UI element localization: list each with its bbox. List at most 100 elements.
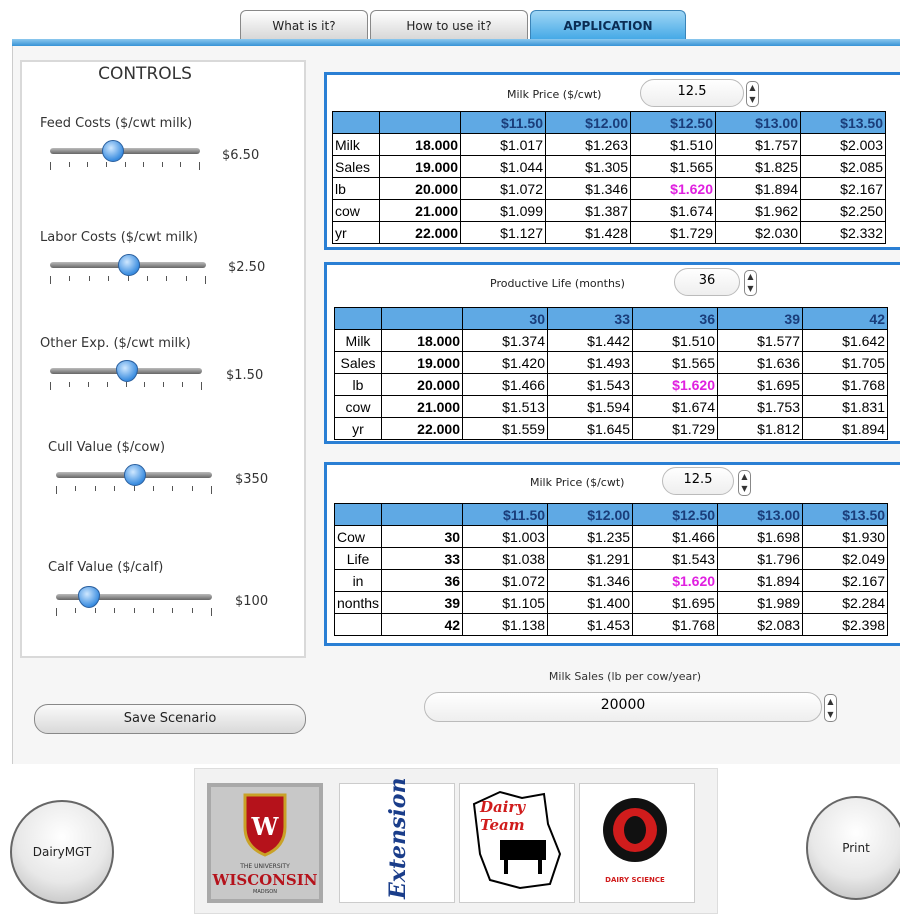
table-header-row: 30 33 36 39 42: [334, 307, 888, 330]
table-cell: $1.387: [545, 199, 631, 222]
wisconsin-logo[interactable]: W THE UNIVERSITY WISCONSIN MADISON: [207, 783, 323, 903]
row-key: 21.000: [379, 199, 461, 222]
highlighted-cell: $1.620: [632, 569, 719, 592]
table-cell: $1.543: [547, 373, 633, 396]
table-cell: $1.105: [462, 591, 549, 614]
milk-price-input[interactable]: 12.5: [640, 79, 744, 107]
table-row: Milk 18.000 $1.374 $1.442 $1.510 $1.577 …: [334, 329, 888, 352]
column-header: $11.50: [460, 111, 546, 134]
tab-what-is-it[interactable]: What is it?: [240, 10, 368, 40]
row-key: 36: [381, 569, 464, 592]
labor-costs-label: Labor Costs ($/cwt milk): [40, 230, 198, 245]
column-header: $12.50: [630, 111, 716, 134]
table-cell: $1.989: [717, 591, 804, 614]
table-cell: $1.729: [632, 417, 718, 440]
other-exp-label: Other Exp. ($/cwt milk): [40, 336, 191, 351]
feed-costs-slider-thumb[interactable]: [102, 140, 124, 162]
dairy-team-text: Dairy Team: [480, 798, 526, 834]
controls-title: CONTROLS: [98, 64, 192, 84]
table-cell: $1.594: [547, 395, 633, 418]
table-row: cow 21.000 $1.099 $1.387 $1.674 $1.962 $…: [332, 199, 886, 222]
table-cell: $1.768: [802, 373, 888, 396]
wisconsin-text-main: WISCONSIN: [212, 871, 318, 889]
milk-price-input-2[interactable]: 12.5: [662, 467, 734, 495]
row-key: 33: [381, 547, 464, 570]
tab-bar: What is it? How to use it? APPLICATION: [240, 10, 686, 42]
header-blank: [381, 307, 463, 330]
table-cell: $2.167: [800, 177, 886, 200]
column-header: 39: [717, 307, 803, 330]
table-row: yr 22.000 $1.127 $1.428 $1.729 $2.030 $2…: [332, 221, 886, 244]
dairymgt-button[interactable]: DairyMGT: [10, 800, 114, 904]
table-cell: $1.003: [462, 525, 549, 548]
table-row: Cow 30 $1.003 $1.235 $1.466 $1.698 $1.93…: [333, 525, 889, 548]
extension-text: Extension: [385, 777, 411, 899]
milk-price-stepper[interactable]: ▲ ▼: [746, 81, 759, 107]
side-label: Sales: [334, 351, 382, 374]
table-cell: $2.332: [800, 221, 886, 244]
table-cell: $1.400: [547, 591, 634, 614]
table-cell: $1.466: [632, 525, 719, 548]
table-row: in 36 $1.072 $1.346 $1.620 $1.894 $2.167: [333, 569, 889, 592]
row-key: 19.000: [379, 155, 461, 178]
productive-life-input[interactable]: 36: [674, 268, 740, 296]
column-header: $12.00: [545, 111, 631, 134]
column-header: 33: [547, 307, 633, 330]
cull-value-slider-thumb[interactable]: [124, 464, 146, 486]
side-label: lb: [332, 177, 380, 200]
table-cell: $2.049: [802, 547, 889, 570]
dairy-team-logo[interactable]: Dairy Team: [459, 783, 575, 903]
table-cell: $1.453: [547, 613, 634, 636]
feed-costs-slider[interactable]: [50, 148, 200, 154]
dairy-science-logo[interactable]: DAIRY SCIENCE: [579, 783, 695, 903]
table-cell: $1.099: [460, 199, 546, 222]
labor-costs-slider-thumb[interactable]: [118, 254, 140, 276]
milk-sales-stepper[interactable]: ▲ ▼: [824, 694, 837, 722]
row-key: 18.000: [379, 133, 461, 156]
header-blank: [381, 503, 464, 526]
table-cell: $1.017: [460, 133, 546, 156]
highlighted-cell: $1.620: [632, 373, 718, 396]
table-row: nonths 39 $1.105 $1.400 $1.695 $1.989 $2…: [333, 591, 889, 614]
productive-life-stepper[interactable]: ▲ ▼: [744, 270, 757, 296]
table-cell: $1.962: [715, 199, 801, 222]
dairy-science-text: DAIRY SCIENCE: [605, 876, 665, 884]
print-button[interactable]: Print: [806, 796, 900, 900]
feed-costs-ticks: [50, 162, 200, 170]
milk-price-stepper-2[interactable]: ▲ ▼: [738, 470, 751, 496]
labor-costs-value: $2.50: [228, 260, 266, 275]
tab-how-to-use[interactable]: How to use it?: [370, 10, 528, 40]
extension-logo[interactable]: Extension: [339, 777, 455, 903]
other-exp-ticks: [50, 382, 202, 390]
table-cell: $1.674: [630, 199, 716, 222]
table-header-row: $11.50 $12.00 $12.50 $13.00 $13.50: [333, 503, 889, 526]
side-label: lb: [334, 373, 382, 396]
header-blank: [332, 111, 380, 134]
table-cell: $2.085: [800, 155, 886, 178]
column-header: $12.50: [632, 503, 719, 526]
table-cell: $1.346: [545, 177, 631, 200]
save-scenario-button[interactable]: Save Scenario: [34, 704, 306, 734]
table-cell: $2.250: [800, 199, 886, 222]
milk-sales-input[interactable]: 20000: [424, 692, 822, 722]
table-cell: $1.705: [802, 351, 888, 374]
table-cell: $1.072: [460, 177, 546, 200]
table-cell: $1.768: [632, 613, 719, 636]
table-cell: $1.420: [462, 351, 548, 374]
wisconsin-text-bottom: MADISON: [253, 889, 277, 895]
table-cell: $1.559: [462, 417, 548, 440]
table-cell: $1.577: [717, 329, 803, 352]
header-blank: [379, 111, 461, 134]
tab-application[interactable]: APPLICATION: [530, 10, 686, 40]
table-cell: $1.698: [717, 525, 804, 548]
table-cell: $2.284: [802, 591, 889, 614]
productive-life-title: Productive Life (months): [490, 277, 625, 290]
calf-value-ticks: [56, 608, 212, 616]
table-row: cow 21.000 $1.513 $1.594 $1.674 $1.753 $…: [334, 395, 888, 418]
row-key: 22.000: [379, 221, 461, 244]
table-row: lb 20.000 $1.466 $1.543 $1.620 $1.695 $1…: [334, 373, 888, 396]
column-header: 42: [802, 307, 888, 330]
column-header: $13.00: [715, 111, 801, 134]
table-row: yr 22.000 $1.559 $1.645 $1.729 $1.812 $1…: [334, 417, 888, 440]
row-key: 19.000: [381, 351, 463, 374]
